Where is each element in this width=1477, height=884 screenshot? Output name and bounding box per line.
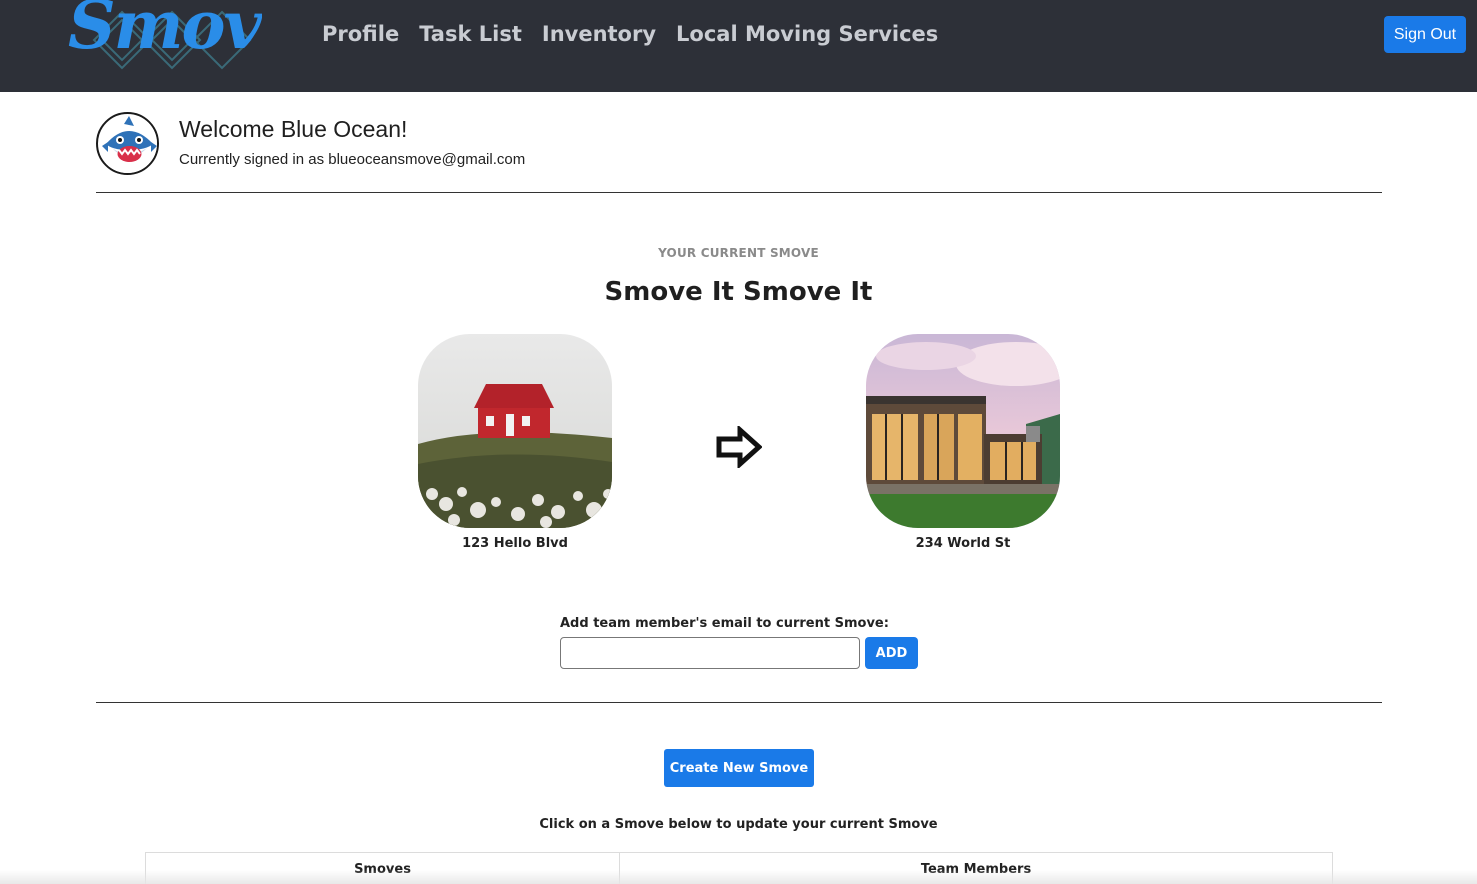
nav-inventory[interactable]: Inventory <box>542 22 656 46</box>
navbar: Smove Profile Task List Inventory Local … <box>0 0 1477 92</box>
divider-bottom <box>96 702 1382 703</box>
shark-avatar-icon <box>99 115 157 173</box>
add-team-member-button[interactable]: ADD <box>865 637 918 669</box>
to-house-image <box>866 334 1060 528</box>
team-member-email-input[interactable] <box>560 637 860 669</box>
current-smove-title: Smove It Smove It <box>604 277 873 307</box>
smove-logo[interactable]: Smove <box>62 0 262 84</box>
nav-links: Profile Task List Inventory Local Moving… <box>322 22 938 46</box>
nav-task-list[interactable]: Task List <box>419 22 522 46</box>
from-address: 123 Hello Blvd <box>462 536 568 551</box>
scroll-fade <box>0 870 1477 884</box>
current-smove-overline: YOUR CURRENT SMOVE <box>658 246 819 260</box>
logo-text: Smove <box>68 0 262 64</box>
nav-profile[interactable]: Profile <box>322 22 399 46</box>
sign-out-button[interactable]: Sign Out <box>1384 16 1466 53</box>
create-new-smove-button[interactable]: Create New Smove <box>664 749 814 787</box>
arrow-right-icon <box>716 426 762 468</box>
divider-top <box>96 192 1382 193</box>
signed-in-as: Currently signed in as blueoceansmove@gm… <box>179 151 526 168</box>
nav-local-moving-services[interactable]: Local Moving Services <box>676 22 938 46</box>
avatar <box>96 112 159 175</box>
add-team-member-label: Add team member's email to current Smove… <box>560 616 889 631</box>
to-address: 234 World St <box>915 536 1011 551</box>
welcome-title: Welcome Blue Ocean! <box>179 116 408 142</box>
smove-list-hint: Click on a Smove below to update your cu… <box>539 817 938 832</box>
from-house-image <box>418 334 612 528</box>
